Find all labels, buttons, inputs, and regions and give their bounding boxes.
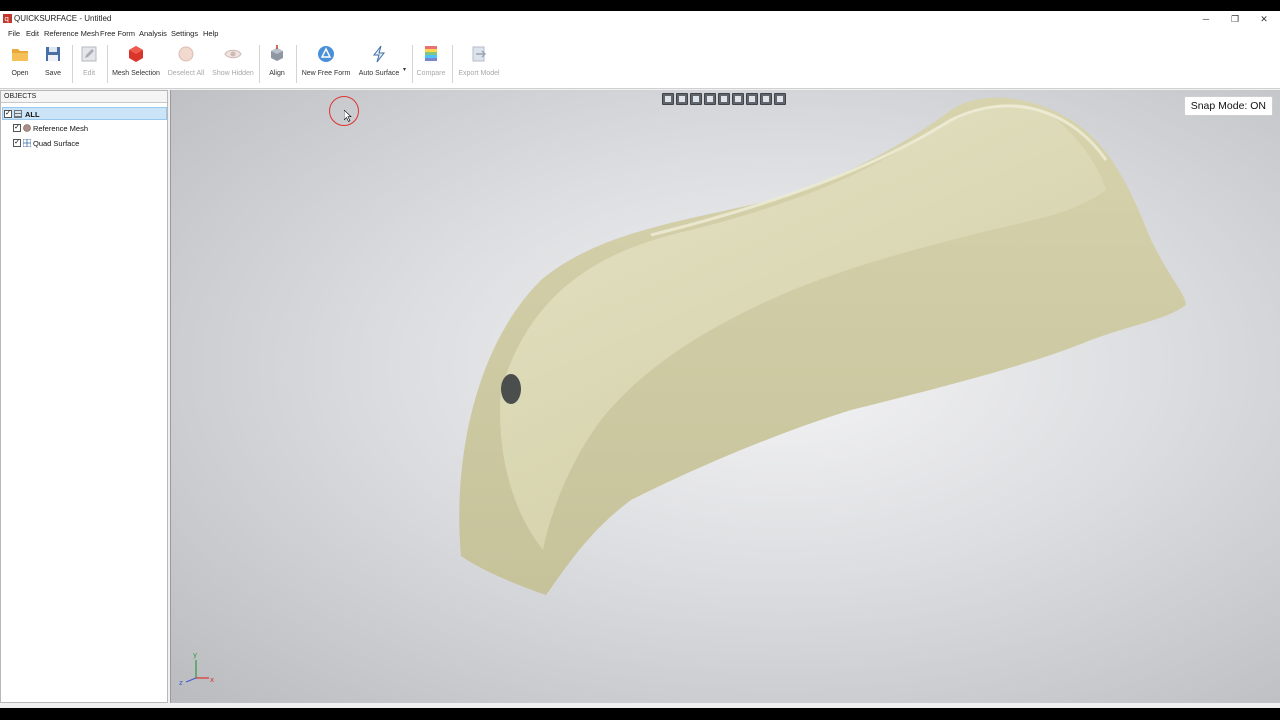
deselect-all-button[interactable]: Deselect All [166,43,206,87]
toolbar-separator [259,45,260,83]
deselect-icon [178,46,194,62]
reference-mesh-model[interactable] [171,90,1280,703]
align-cube-icon [271,45,283,61]
export-model-button[interactable]: Export Model [455,43,503,87]
menu-file[interactable]: File [8,29,20,38]
tree-item-reference-mesh[interactable]: ✓ Reference Mesh [2,122,167,135]
open-button[interactable]: Open [4,43,36,87]
toolbar-separator [72,45,73,83]
tree-checkbox-all[interactable]: ✓ [4,110,12,118]
toolbar-separator [107,45,108,83]
objects-panel: OBJECTS ✓ ALL ✓ Reference Mesh ✓ Quad Su… [0,90,168,703]
tree-item-quad-surface[interactable]: ✓ Quad Surface [2,137,167,150]
folder-icon [12,49,28,61]
menu-free-form[interactable]: Free Form [100,29,135,38]
save-button[interactable]: Save [38,43,68,87]
free-form-icon [318,46,334,62]
auto-surface-button[interactable]: Auto Surface [356,43,402,87]
restore-button[interactable]: ❐ [1221,12,1249,26]
menu-bar: File Edit Reference Mesh Free Form Analy… [0,27,1280,41]
menu-edit[interactable]: Edit [26,29,39,38]
3d-viewport[interactable]: Snap Mode: ON y x z [170,90,1280,703]
close-button[interactable]: ✕ [1250,12,1278,26]
align-button[interactable]: Align [262,43,292,87]
mesh-icon [23,124,31,132]
objects-panel-header: OBJECTS [1,91,167,103]
app-window: q QUICKSURFACE - Untitled ─ ❐ ✕ File Edi… [0,11,1280,708]
new-free-form-button[interactable]: New Free Form [300,43,352,87]
layers-icon [14,110,22,118]
toolbar-separator [452,45,453,83]
mesh-hole [501,374,521,404]
window-title: QUICKSURFACE - Untitled [14,14,112,23]
mesh-selection-button[interactable]: Mesh Selection [110,43,162,87]
menu-analysis[interactable]: Analysis [139,29,167,38]
axis-z-label: z [179,679,183,687]
mesh-selection-icon [129,46,143,62]
axis-triad: y x z [179,651,214,687]
mouse-cursor-icon [344,110,352,122]
tree-checkbox-reference-mesh[interactable]: ✓ [13,124,21,132]
compare-button[interactable]: Compare [414,43,448,87]
color-map-icon [425,46,437,61]
tree-checkbox-quad-surface[interactable]: ✓ [13,139,21,147]
axis-y-label: y [193,651,197,659]
menu-settings[interactable]: Settings [171,29,198,38]
title-bar: q QUICKSURFACE - Untitled ─ ❐ ✕ [0,11,1280,27]
edit-pencil-icon [81,46,97,62]
status-bar [0,704,1280,708]
floppy-disk-icon [46,47,60,61]
main-toolbar: Open Save Edit Mesh Selection Deselect A… [0,41,1280,89]
export-icon [472,46,486,62]
lightning-icon [372,45,386,63]
menu-reference-mesh[interactable]: Reference Mesh [44,29,99,38]
svg-text:q: q [4,14,9,23]
axis-x-label: x [210,676,214,684]
minimize-button[interactable]: ─ [1192,12,1220,26]
quicksurface-logo-icon: q [3,14,12,23]
tree-item-all[interactable]: ✓ ALL [2,107,167,120]
quad-grid-icon [23,139,31,147]
menu-help[interactable]: Help [203,29,218,38]
toolbar-separator [412,45,413,83]
eye-icon [224,49,242,59]
auto-surface-dropdown-icon[interactable]: ▾ [403,66,406,73]
edit-button[interactable]: Edit [74,43,104,87]
show-hidden-button[interactable]: Show Hidden [210,43,256,87]
toolbar-separator [296,45,297,83]
